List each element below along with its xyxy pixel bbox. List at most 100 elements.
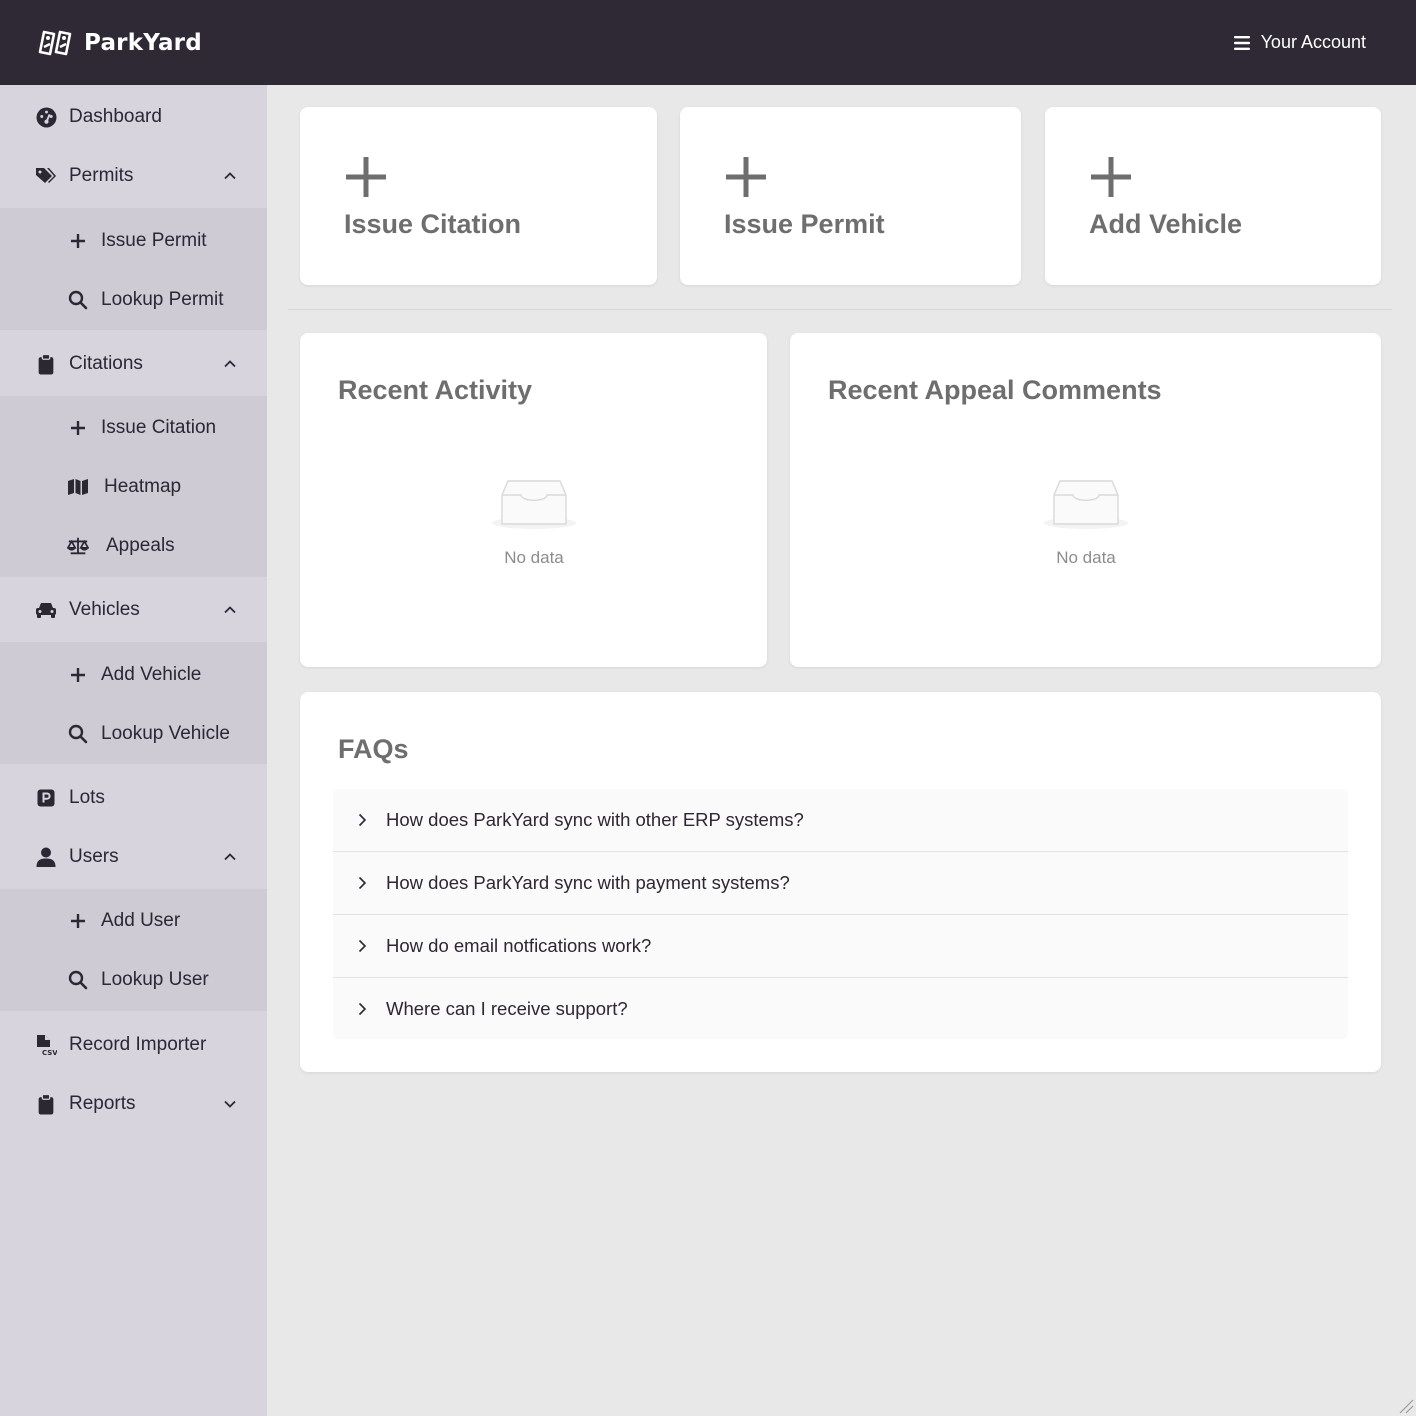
sidebar-item-reports[interactable]: Reports (0, 1080, 267, 1128)
chevron-right-icon (358, 939, 367, 953)
sidebar-item-citations[interactable]: Citations (0, 340, 267, 388)
empty-text: No data (1056, 548, 1116, 567)
chevron-right-icon (358, 813, 367, 827)
sidebar-label: Permits (69, 165, 134, 186)
card-title: Issue Permit (724, 209, 885, 239)
sidebar-label: Lookup Permit (101, 289, 224, 310)
sidebar-label: Record Importer (69, 1034, 207, 1055)
sidebar-item-record-importer[interactable]: CSV Record Importer (0, 1021, 267, 1069)
chevron-up-icon[interactable] (222, 168, 238, 184)
section-divider (288, 309, 1392, 310)
sidebar-label: Citations (69, 353, 143, 374)
search-icon (67, 969, 89, 991)
brand-logo[interactable]: ParkYard (38, 29, 202, 57)
card-title: Issue Citation (344, 209, 522, 239)
csv-file-icon: CSV (35, 1034, 57, 1056)
faq-question: How does ParkYard sync with payment syst… (386, 872, 790, 893)
sidebar-label: Issue Citation (101, 417, 217, 438)
chevron-up-icon[interactable] (222, 356, 238, 372)
sidebar-label: Reports (69, 1093, 136, 1114)
submenu-users: Add User Lookup User (0, 889, 267, 1011)
tags-icon (35, 165, 57, 187)
sidebar-item-issue-citation[interactable]: Issue Citation (0, 404, 267, 452)
plus-icon (67, 664, 89, 686)
brand-name: ParkYard (84, 29, 202, 56)
sidebar-label: Lots (69, 787, 105, 808)
panel-title: Recent Activity (338, 375, 533, 405)
plus-icon (346, 157, 386, 197)
sidebar-label: Heatmap (104, 476, 182, 497)
sidebar-item-lots[interactable]: Lots (0, 774, 267, 822)
sidebar-item-vehicles[interactable]: Vehicles (0, 586, 267, 634)
submenu-permits: Issue Permit Lookup Permit (0, 208, 267, 330)
issue-citation-card[interactable]: Issue Citation (300, 107, 657, 285)
sidebar-label: Dashboard (69, 106, 162, 127)
empty-inbox-icon (1044, 480, 1128, 529)
recent-appeal-comments-panel: Recent Appeal Comments No data (790, 333, 1381, 667)
chevron-down-icon[interactable] (222, 1096, 238, 1112)
card-title: Add Vehicle (1089, 209, 1243, 239)
recent-activity-panel: Recent Activity No data (300, 333, 767, 667)
submenu-vehicles: Add Vehicle Lookup Vehicle (0, 642, 267, 764)
empty-inbox-icon (492, 480, 576, 529)
sidebar-label: Add User (101, 910, 181, 931)
faq-list: How does ParkYard sync with other ERP sy… (333, 789, 1348, 1039)
panel-title: Recent Appeal Comments (828, 375, 1162, 405)
sidebar-label: Add Vehicle (101, 664, 202, 685)
sidebar-item-issue-permit[interactable]: Issue Permit (0, 217, 267, 265)
sidebar-item-lookup-permit[interactable]: Lookup Permit (0, 276, 267, 324)
scale-icon (67, 535, 89, 557)
svg-text:CSV: CSV (42, 1049, 57, 1056)
account-label: Your Account (1260, 32, 1366, 52)
sidebar-item-add-vehicle[interactable]: Add Vehicle (0, 651, 267, 699)
empty-text: No data (504, 548, 564, 567)
empty-state: No data (474, 478, 594, 568)
sidebar-item-add-user[interactable]: Add User (0, 897, 267, 945)
car-icon (35, 599, 57, 621)
issue-permit-card[interactable]: Issue Permit (680, 107, 1021, 285)
resize-handle-icon[interactable] (1398, 1398, 1414, 1414)
parking-tags-icon (38, 30, 72, 55)
add-vehicle-card[interactable]: Add Vehicle (1045, 107, 1381, 285)
clipboard-icon (35, 353, 57, 375)
chevron-up-icon[interactable] (222, 849, 238, 865)
chevron-right-icon (358, 876, 367, 890)
sidebar-item-appeals[interactable]: Appeals (0, 522, 267, 570)
plus-icon (726, 157, 766, 197)
parking-sign-icon (35, 787, 57, 809)
sidebar-item-heatmap[interactable]: Heatmap (0, 463, 267, 511)
plus-icon (67, 417, 89, 439)
menu-icon (1233, 35, 1250, 50)
sidebar-label: Issue Permit (101, 230, 207, 251)
map-icon (67, 476, 89, 498)
clipboard-icon (35, 1093, 57, 1115)
faq-item[interactable]: Where can I receive support? (333, 978, 1348, 1039)
sidebar-label: Vehicles (69, 599, 140, 620)
sidebar-item-lookup-user[interactable]: Lookup User (0, 956, 267, 1004)
chevron-right-icon (358, 1002, 367, 1015)
faqs-panel: FAQs How does ParkYard sync with other E… (300, 692, 1381, 1072)
search-icon (67, 723, 89, 745)
sidebar-label: Users (69, 846, 119, 867)
sidebar-label: Lookup Vehicle (101, 723, 230, 744)
sidebar-item-users[interactable]: Users (0, 833, 267, 881)
sidebar-label: Lookup User (101, 969, 209, 990)
faq-item[interactable]: How does ParkYard sync with other ERP sy… (333, 789, 1348, 852)
top-bar: ParkYard Your Account (0, 0, 1416, 85)
plus-icon (67, 230, 89, 252)
sidebar-item-lookup-vehicle[interactable]: Lookup Vehicle (0, 710, 267, 758)
faq-item[interactable]: How does ParkYard sync with payment syst… (333, 852, 1348, 915)
sidebar-item-permits[interactable]: Permits (0, 152, 267, 200)
chevron-up-icon[interactable] (222, 602, 238, 618)
empty-state: No data (1026, 478, 1146, 568)
account-menu-button[interactable]: Your Account (1233, 32, 1366, 53)
faq-question: How does ParkYard sync with other ERP sy… (386, 809, 804, 830)
sidebar-item-dashboard[interactable]: Dashboard (0, 93, 267, 141)
faq-item[interactable]: How do email notfications work? (333, 915, 1348, 978)
faq-question: How do email notfications work? (386, 935, 652, 956)
sidebar-label: Appeals (106, 535, 175, 556)
gauge-icon (35, 106, 57, 128)
submenu-citations: Issue Citation Heatmap Appeals (0, 396, 267, 577)
search-icon (67, 289, 89, 311)
faq-question: Where can I receive support? (386, 997, 628, 1019)
